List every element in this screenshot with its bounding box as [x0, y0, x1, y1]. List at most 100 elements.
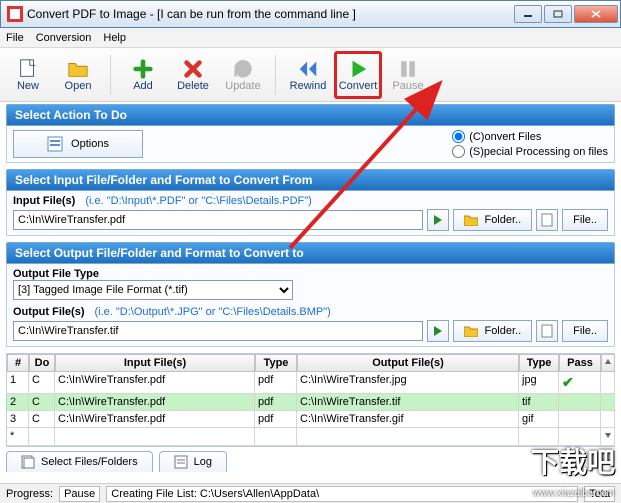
input-panel: Input File(s) (i.e. "D:\Input\*.PDF" or … — [6, 191, 615, 236]
col-do[interactable]: Do — [29, 354, 55, 372]
menubar: File Conversion Help — [0, 28, 621, 48]
maximize-button[interactable] — [544, 5, 572, 23]
cell-num: 1 — [7, 372, 29, 394]
cell-pass — [559, 411, 601, 428]
col-pass[interactable]: Pass — [559, 354, 601, 372]
output-hint: (i.e. "D:\Output\*.JPG" or "C:\Files\Det… — [95, 306, 331, 318]
delete-icon — [182, 58, 204, 80]
cell-type1: pdf — [255, 372, 297, 394]
play-icon — [347, 58, 369, 80]
watermark-url: www.xiazaiba.com — [533, 488, 615, 499]
action-header: Select Action To Do — [6, 104, 615, 126]
status-progress-label: Progress: — [6, 488, 53, 500]
convert-button[interactable]: Convert — [334, 51, 382, 99]
cell-do: C — [29, 411, 55, 428]
radio-special-input[interactable] — [452, 145, 465, 158]
col-type2[interactable]: Type — [519, 354, 559, 372]
open-label: Open — [65, 80, 92, 92]
action-panel: (C)onvert Files Options (S)pecial Proces… — [6, 126, 615, 163]
output-header: Select Output File/Folder and Format to … — [6, 242, 615, 264]
col-input[interactable]: Input File(s) — [55, 354, 255, 372]
new-label: New — [17, 80, 39, 92]
rewind-button[interactable]: Rewind — [284, 51, 332, 99]
tab-log-label: Log — [194, 456, 212, 468]
radio-convert-files[interactable]: (C)onvert Files — [452, 130, 608, 143]
cell-pass — [559, 394, 601, 411]
toolbar-separator — [110, 55, 111, 95]
status-creating: Creating File List: C:\Users\Allen\AppDa… — [106, 486, 578, 502]
col-num[interactable]: # — [7, 354, 29, 372]
output-folder-button[interactable]: Folder.. — [453, 320, 532, 342]
col-type1[interactable]: Type — [255, 354, 297, 372]
menu-conversion[interactable]: Conversion — [36, 32, 92, 44]
options-button[interactable]: Options — [13, 130, 143, 158]
cell-output: C:\In\WireTransfer.jpg — [297, 372, 519, 394]
output-path-field[interactable] — [13, 321, 423, 341]
bottom-tabs: Select Files/Folders Log — [0, 447, 621, 472]
output-browse-play[interactable] — [427, 320, 449, 342]
output-file-icon-button[interactable] — [536, 320, 558, 342]
output-type-select[interactable]: [3] Tagged Image File Format (*.tif) — [13, 280, 293, 300]
play-small-icon — [433, 215, 443, 225]
menu-file[interactable]: File — [6, 32, 24, 44]
output-folder-label: Folder.. — [484, 325, 521, 337]
close-button[interactable] — [574, 5, 618, 23]
window-title: Convert PDF to Image - [I can be run fro… — [27, 7, 514, 21]
input-files-label: Input File(s) — [13, 195, 75, 207]
scrollbar[interactable] — [601, 394, 615, 411]
radio-special-label: (S)pecial Processing on files — [469, 146, 608, 158]
update-button[interactable]: Update — [219, 51, 267, 99]
input-hint: (i.e. "D:\Input\*.PDF" or "C:\Files\Deta… — [85, 195, 312, 207]
cell-type2: jpg — [519, 372, 559, 394]
update-label: Update — [225, 80, 260, 92]
new-icon — [17, 58, 39, 80]
delete-button[interactable]: Delete — [169, 51, 217, 99]
output-panel: Output File Type [3] Tagged Image File F… — [6, 264, 615, 347]
menu-help[interactable]: Help — [103, 32, 126, 44]
cell-do: C — [29, 394, 55, 411]
update-icon — [232, 58, 254, 80]
output-file-label: File.. — [573, 325, 597, 337]
grid-header: # Do Input File(s) Type Output File(s) T… — [7, 354, 614, 372]
table-row[interactable]: * — [7, 428, 614, 446]
input-file-label: File.. — [573, 214, 597, 226]
input-browse-play[interactable] — [427, 209, 449, 231]
table-row[interactable]: 3 C C:\In\WireTransfer.pdf pdf C:\In\Wir… — [7, 411, 614, 428]
cell-type1: pdf — [255, 411, 297, 428]
pause-button[interactable]: Pause — [384, 51, 432, 99]
tab-log[interactable]: Log — [159, 451, 227, 472]
scrollbar[interactable] — [601, 411, 615, 428]
cell-num: * — [7, 428, 29, 446]
folder-icon — [464, 214, 478, 226]
cell-input: C:\In\WireTransfer.pdf — [55, 372, 255, 394]
radio-special[interactable]: (S)pecial Processing on files — [452, 145, 608, 158]
add-label: Add — [133, 80, 153, 92]
scrollbar[interactable] — [601, 372, 615, 394]
input-folder-button[interactable]: Folder.. — [453, 209, 532, 231]
table-row[interactable]: 2 C C:\In\WireTransfer.pdf pdf C:\In\Wir… — [7, 394, 614, 411]
toolbar: New Open Add Delete Update Rewind Conver… — [0, 48, 621, 102]
input-file-button[interactable]: File.. — [562, 209, 608, 231]
output-file-button[interactable]: File.. — [562, 320, 608, 342]
delete-label: Delete — [177, 80, 209, 92]
tab-select-files[interactable]: Select Files/Folders — [6, 451, 153, 472]
rewind-label: Rewind — [290, 80, 327, 92]
radio-convert-input[interactable] — [452, 130, 465, 143]
minimize-button[interactable] — [514, 5, 542, 23]
file-icon — [541, 213, 553, 227]
cell-input: C:\In\WireTransfer.pdf — [55, 394, 255, 411]
open-button[interactable]: Open — [54, 51, 102, 99]
cell-pass: ✔ — [559, 372, 601, 394]
input-file-icon-button[interactable] — [536, 209, 558, 231]
col-output[interactable]: Output File(s) — [297, 354, 519, 372]
cell-input: C:\In\WireTransfer.pdf — [55, 411, 255, 428]
cell-num: 2 — [7, 394, 29, 411]
output-files-label: Output File(s) — [13, 306, 85, 318]
input-path-field[interactable] — [13, 210, 423, 230]
add-button[interactable]: Add — [119, 51, 167, 99]
scroll-up[interactable] — [601, 354, 615, 372]
new-button[interactable]: New — [4, 51, 52, 99]
output-type-label: Output File Type — [13, 268, 608, 280]
table-row[interactable]: 1 C C:\In\WireTransfer.pdf pdf C:\In\Wir… — [7, 372, 614, 394]
file-icon — [541, 324, 553, 338]
